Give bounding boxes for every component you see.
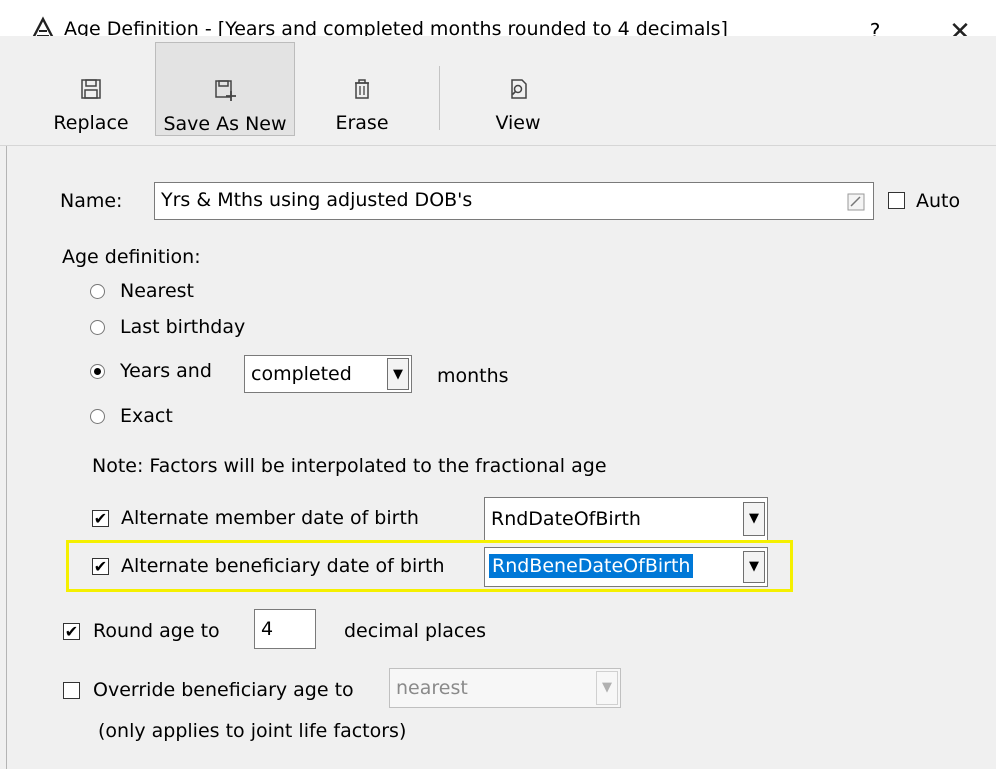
- override-age-checkbox[interactable]: [63, 682, 80, 699]
- age-definition-label: Age definition:: [62, 246, 201, 268]
- replace-label: Replace: [53, 112, 129, 134]
- save-as-new-button[interactable]: Save As New: [155, 42, 295, 136]
- save-new-icon: [215, 80, 236, 101]
- name-field[interactable]: Yrs & Mths using adjusted DOB's: [154, 182, 874, 220]
- decimal-places-label: decimal places: [344, 620, 486, 642]
- replace-button[interactable]: Replace: [40, 42, 142, 136]
- nearest-radio[interactable]: [90, 284, 105, 299]
- override-age-label: Override beneficiary age to: [93, 679, 354, 701]
- view-label: View: [495, 112, 541, 134]
- chevron-down-icon: ▼: [743, 502, 765, 536]
- save-icon: [81, 79, 101, 99]
- override-age-value: nearest: [396, 677, 468, 699]
- view-button[interactable]: View: [476, 42, 560, 136]
- alt-bene-selected-text: RndBeneDateOfBirth: [489, 554, 694, 578]
- alt-bene-checkbox[interactable]: ✔: [92, 558, 109, 575]
- chevron-down-icon: ▼: [596, 671, 618, 705]
- auto-checkbox[interactable]: [888, 192, 905, 209]
- last-birthday-label: Last birthday: [120, 316, 246, 338]
- months-label: months: [437, 365, 509, 387]
- last-birthday-radio[interactable]: [90, 320, 105, 335]
- round-decimals-value: 4: [261, 618, 274, 640]
- alt-bene-value: RndBeneDateOfBirth: [489, 554, 694, 578]
- alt-member-value: RndDateOfBirth: [491, 508, 641, 530]
- trash-icon: [355, 79, 369, 99]
- window-left-border: [6, 146, 7, 769]
- alt-bene-dropdown[interactable]: RndBeneDateOfBirth ▼: [484, 547, 768, 587]
- chevron-down-icon: ▼: [743, 551, 765, 583]
- nearest-label: Nearest: [120, 280, 194, 302]
- months-mode-value: completed: [251, 363, 352, 385]
- chevron-down-icon: ▼: [387, 358, 409, 390]
- override-age-dropdown[interactable]: nearest ▼: [389, 668, 621, 708]
- auto-label: Auto: [916, 190, 961, 212]
- toolbar: Replace Save As New Erase View: [0, 36, 996, 146]
- view-document-icon: [511, 79, 527, 99]
- exact-label: Exact: [120, 405, 173, 427]
- erase-button[interactable]: Erase: [320, 42, 404, 136]
- months-mode-dropdown[interactable]: completed ▼: [244, 355, 412, 393]
- name-value: Yrs & Mths using adjusted DOB's: [161, 189, 473, 211]
- years-and-radio[interactable]: [90, 364, 105, 379]
- round-decimals-input[interactable]: 4: [254, 609, 316, 649]
- round-age-checkbox[interactable]: ✔: [63, 623, 80, 640]
- erase-label: Erase: [335, 112, 389, 134]
- edit-icon[interactable]: [847, 193, 865, 211]
- toolbar-separator: [439, 66, 440, 130]
- years-and-label: Years and: [120, 360, 212, 382]
- alt-bene-label: Alternate beneficiary date of birth: [121, 555, 445, 577]
- save-as-new-label: Save As New: [163, 113, 287, 135]
- joint-life-note: (only applies to joint life factors): [98, 720, 407, 742]
- round-age-label: Round age to: [93, 620, 220, 642]
- name-label: Name:: [60, 190, 123, 212]
- alt-member-checkbox[interactable]: ✔: [92, 510, 109, 527]
- alt-member-label: Alternate member date of birth: [121, 507, 419, 529]
- interpolation-note: Note: Factors will be interpolated to th…: [92, 455, 607, 477]
- alt-member-dropdown[interactable]: RndDateOfBirth ▼: [484, 497, 768, 541]
- exact-radio[interactable]: [90, 409, 105, 424]
